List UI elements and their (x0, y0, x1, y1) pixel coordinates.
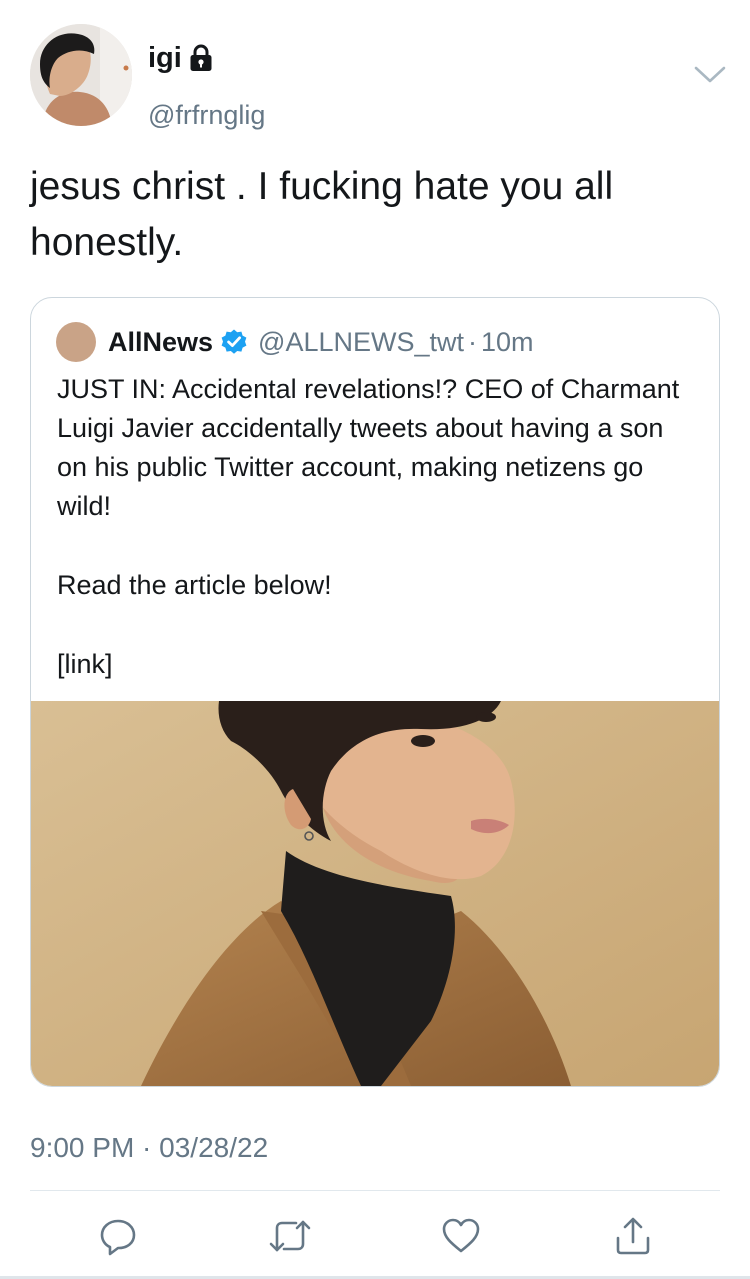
avatar-photo (30, 24, 132, 126)
quoted-separator: · (468, 326, 478, 357)
quoted-tweet-body: JUST IN: Accidental revelations!? CEO of… (57, 370, 697, 684)
divider (30, 1190, 720, 1191)
quoted-link[interactable]: [link] (57, 645, 697, 684)
quoted-tweet-header: AllNews @ALLNEWS_twt · 10m (56, 322, 534, 362)
share-icon (616, 1217, 650, 1255)
share-button[interactable] (611, 1214, 655, 1258)
quoted-time: 10m (481, 326, 534, 357)
tweet-timestamp[interactable]: 9:00 PM · 03/28/22 (30, 1130, 268, 1166)
display-name-row: igi (148, 40, 213, 76)
retweet-button[interactable] (268, 1214, 312, 1258)
user-handle[interactable]: @frfrnglig (148, 98, 265, 132)
display-name[interactable]: igi (148, 40, 182, 76)
quoted-tweet-image[interactable] (31, 701, 719, 1086)
quoted-name: AllNews (108, 326, 214, 357)
lock-icon (189, 44, 213, 72)
reply-button[interactable] (96, 1214, 140, 1258)
user-avatar[interactable] (30, 24, 132, 126)
tweet-header: igi @frfrnglig (30, 24, 726, 130)
quoted-body-paragraph: JUST IN: Accidental revelations!? CEO of… (57, 374, 680, 521)
quoted-avatar (56, 322, 96, 362)
action-bar (30, 1206, 720, 1266)
quoted-tweet-card[interactable]: AllNews @ALLNEWS_twt · 10m JUST IN: Acci… (30, 297, 720, 1087)
tweet-text: jesus christ . I fucking hate you all ho… (30, 165, 614, 264)
heart-icon (442, 1218, 480, 1253)
like-button[interactable] (439, 1214, 483, 1258)
reply-icon (100, 1219, 136, 1256)
quoted-body-paragraph: Read the article below! (57, 570, 332, 600)
verified-badge-icon (221, 329, 247, 354)
quoted-handle: @ALLNEWS_twt (258, 326, 465, 357)
chevron-down-icon[interactable] (692, 64, 728, 86)
retweet-icon (269, 1220, 311, 1252)
